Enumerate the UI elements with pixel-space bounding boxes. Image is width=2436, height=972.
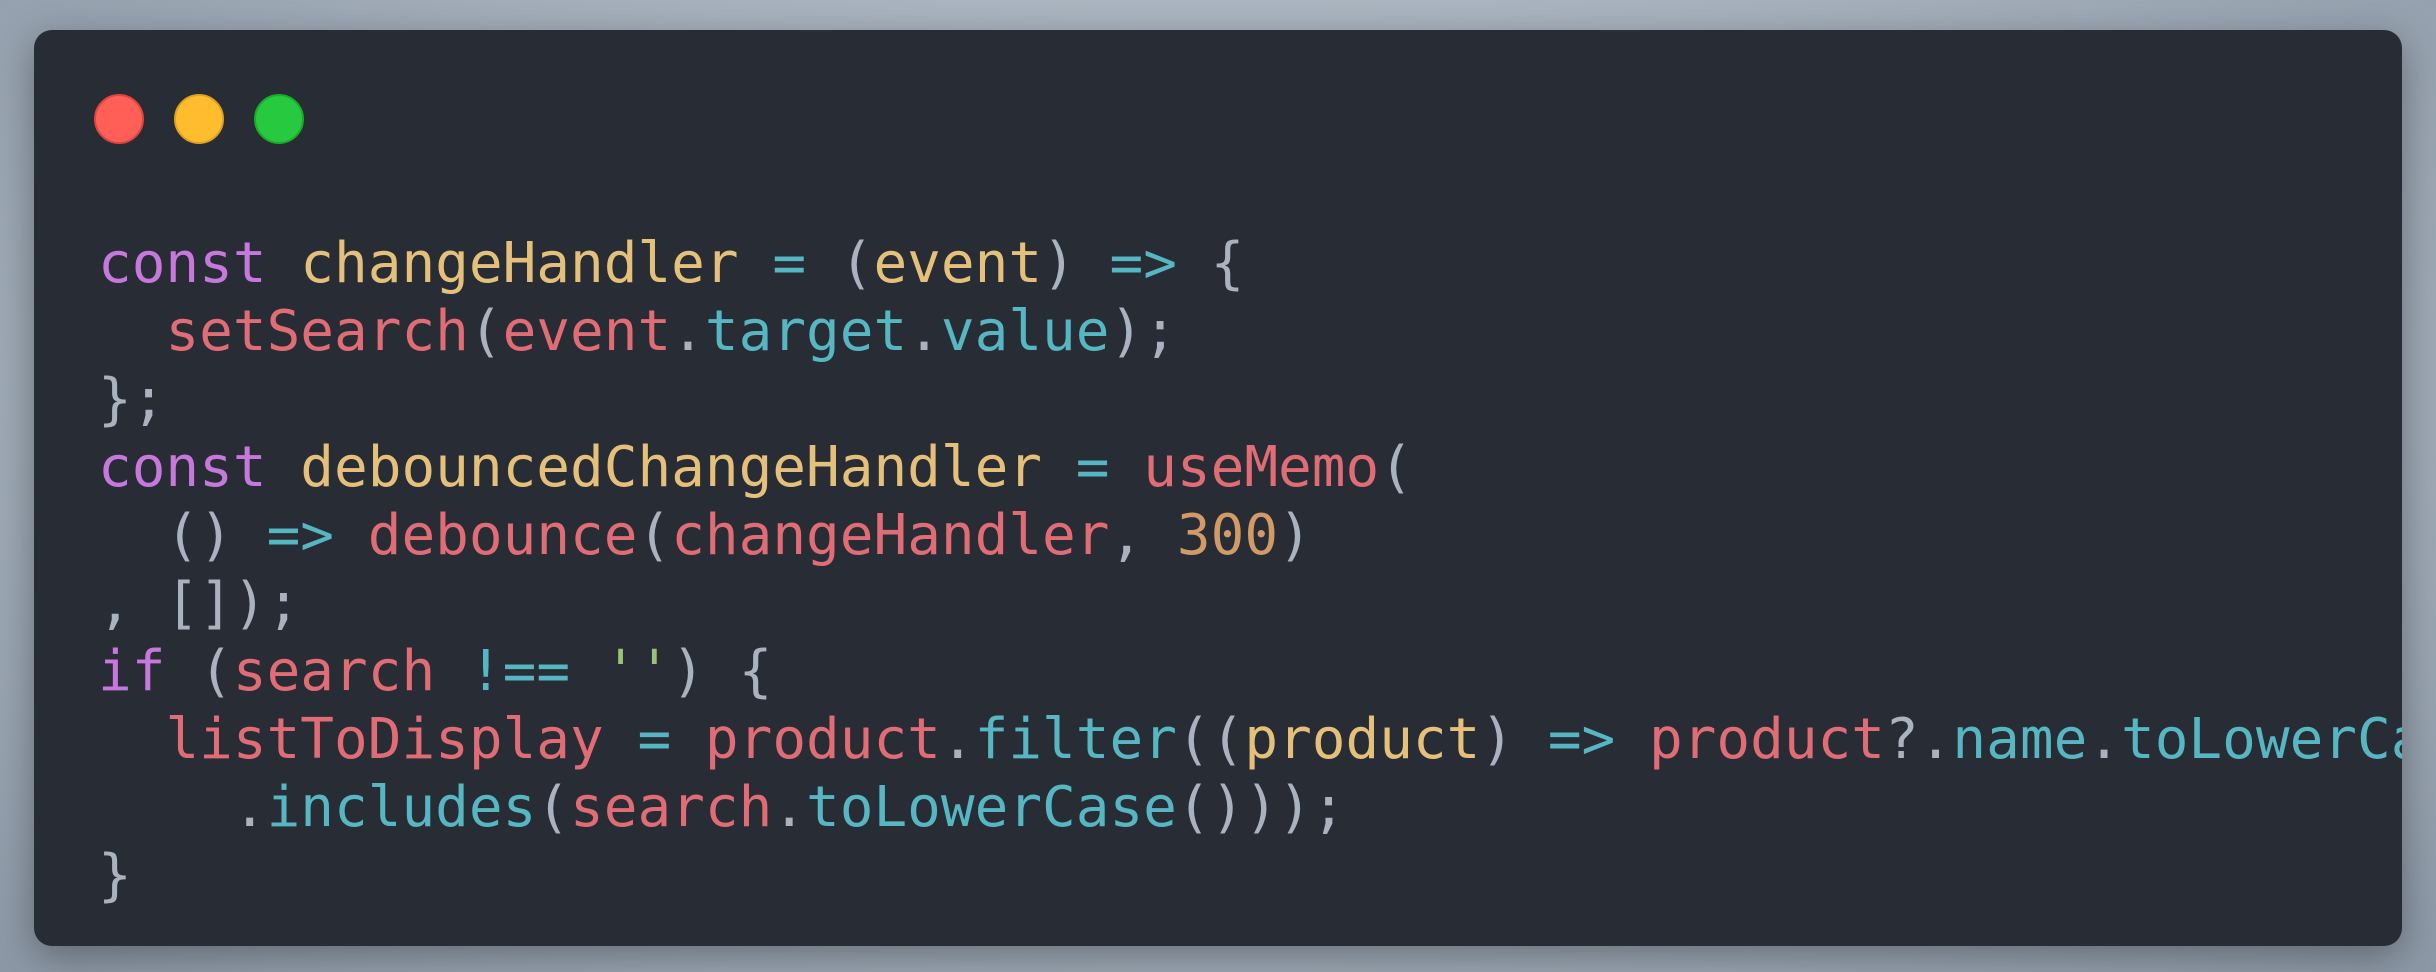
code-token-punct: ?.	[1884, 707, 1953, 772]
code-token-string: ''	[603, 639, 672, 704]
code-token-punct: );	[1109, 299, 1177, 364]
window-controls	[94, 94, 304, 144]
code-token-punct: (	[468, 299, 503, 364]
code-token-punct: .	[232, 775, 267, 840]
minimize-dot-icon[interactable]	[174, 94, 224, 144]
code-token-property: value	[940, 299, 1110, 364]
code-token-call: changeHandler	[671, 503, 1110, 568]
code-line: () => debounce(changeHandler, 300)	[98, 502, 2402, 570]
code-token-punct: .	[2087, 707, 2121, 772]
code-token-punct: ((	[1176, 707, 1245, 772]
code-token-operator: =	[772, 231, 807, 296]
code-token-punct: ()	[165, 503, 233, 568]
code-token-call: setSearch	[165, 299, 469, 364]
code-token-call: product	[704, 707, 941, 772]
code-token-punct: .	[940, 707, 975, 772]
maximize-dot-icon[interactable]	[254, 94, 304, 144]
code-window: const changeHandler = (event) => { setSe…	[34, 30, 2402, 946]
code-token-punct: ()));	[1176, 775, 1346, 840]
code-token-variable: debouncedChangeHandler	[300, 435, 1043, 500]
code-token-call: debounce	[367, 503, 638, 568]
code-token-punct: ,	[1109, 503, 1144, 568]
code-token-call: event	[502, 299, 672, 364]
code-token-punct: (	[536, 775, 571, 840]
code-token-punct: )	[1042, 231, 1076, 296]
code-token-punct: {	[738, 639, 773, 704]
code-token-punct: )	[1278, 503, 1312, 568]
code-token-operator: =>	[1547, 707, 1616, 772]
code-token-property: toLowerCase	[2121, 707, 2402, 772]
close-dot-icon[interactable]	[94, 94, 144, 144]
code-token-call: product	[1648, 707, 1885, 772]
code-line: if (search !== '') {	[98, 638, 2402, 706]
code-token-punct: }	[98, 843, 132, 908]
code-line: .includes(search.toLowerCase()));	[98, 774, 2402, 842]
code-token-call: useMemo	[1143, 435, 1380, 500]
code-token-property: target	[704, 299, 908, 364]
code-line: setSearch(event.target.value);	[98, 298, 2402, 366]
code-token-property: name	[1952, 707, 2088, 772]
code-token-punct: .	[772, 775, 807, 840]
code-token-keyword: const	[98, 231, 267, 296]
code-token-operator: =>	[266, 503, 335, 568]
code-token-param: product	[1244, 707, 1481, 772]
code-token-operator: =	[637, 707, 672, 772]
code-token-operator: =>	[1109, 231, 1177, 296]
code-token-punct: , []);	[98, 571, 301, 636]
code-line: }	[98, 842, 2402, 910]
code-token-punct: (	[637, 503, 672, 568]
code-token-number: 300	[1176, 503, 1279, 568]
code-token-punct: {	[1210, 231, 1245, 296]
code-token-punct: .	[907, 299, 941, 364]
code-line: };	[98, 366, 2402, 434]
code-token-punct: (	[839, 231, 874, 296]
code-token-property: filter	[974, 707, 1177, 772]
code-token-param: event	[873, 231, 1043, 296]
code-token-operator: !==	[468, 639, 571, 704]
code-line: const changeHandler = (event) => {	[98, 230, 2402, 298]
code-token-punct: (	[199, 639, 233, 704]
code-token-keyword: if	[98, 639, 166, 704]
code-token-punct: )	[671, 639, 705, 704]
code-token-operator: =	[1075, 435, 1110, 500]
code-token-punct: .	[671, 299, 705, 364]
code-token-punct: };	[98, 367, 166, 432]
code-token-call: listToDisplay	[165, 707, 604, 772]
code-line: , []);	[98, 570, 2402, 638]
code-token-property: toLowerCase	[806, 775, 1177, 840]
code-token-call: search	[232, 639, 436, 704]
code-token-call: search	[570, 775, 773, 840]
code-token-punct: )	[1480, 707, 1515, 772]
code-line: listToDisplay = product.filter((product)…	[98, 706, 2402, 774]
code-token-punct: (	[1379, 435, 1413, 500]
code-block: const changeHandler = (event) => { setSe…	[98, 230, 2402, 910]
code-token-keyword: const	[98, 435, 267, 500]
code-token-property: includes	[266, 775, 537, 840]
code-token-variable: changeHandler	[300, 231, 739, 296]
code-line: const debouncedChangeHandler = useMemo(	[98, 434, 2402, 502]
